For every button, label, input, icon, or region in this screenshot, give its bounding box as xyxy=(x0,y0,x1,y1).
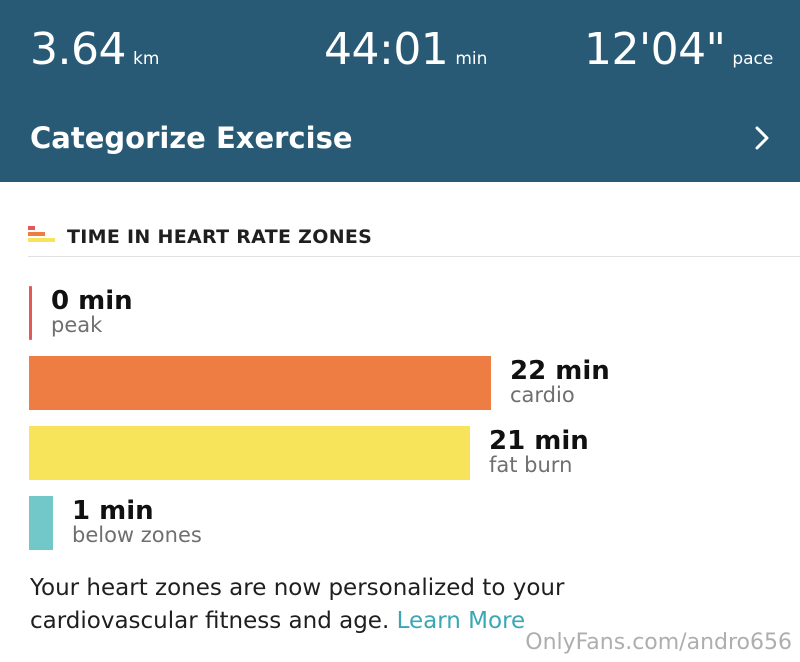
duration-value: 44:01 xyxy=(324,24,449,75)
zone-row-cardio: 22 min cardio xyxy=(29,356,789,410)
zone-bar-cardio xyxy=(29,356,491,410)
duration-stat: 44:01 min xyxy=(324,22,487,87)
pace-unit: pace xyxy=(732,49,774,69)
exercise-summary-page: 3.64 km 44:01 min 12'04" pace Categorize Ex… xyxy=(0,0,800,662)
zone-minutes-peak: 0 min xyxy=(51,286,133,316)
pace-value: 12'04" xyxy=(584,24,726,75)
zone-text-peak: 0 min peak xyxy=(51,286,133,337)
zone-text-cardio: 22 min cardio xyxy=(510,356,610,407)
zone-row-fat-burn: 21 min fat burn xyxy=(29,426,789,480)
zone-minutes-below-zones: 1 min xyxy=(72,496,154,526)
zone-minutes-fat-burn: 21 min xyxy=(489,426,589,456)
zone-label-fat-burn: fat burn xyxy=(489,453,573,477)
watermark: OnlyFans.com/andro656 xyxy=(525,630,792,655)
distance-value: 3.64 xyxy=(30,24,126,75)
exercise-summary-header: 3.64 km 44:01 min 12'04" pace Categorize Ex… xyxy=(0,0,800,182)
zone-row-below-zones: 1 min below zones xyxy=(29,496,789,550)
chevron-right-icon xyxy=(755,126,769,150)
heart-rate-zones-header: TIME IN HEART RATE ZONES xyxy=(28,222,788,252)
distance-stat: 3.64 km xyxy=(30,22,159,87)
categorize-exercise-button[interactable]: Categorize Exercise xyxy=(0,110,800,168)
pace-stat: 12'04" pace xyxy=(584,22,773,87)
distance-unit: km xyxy=(132,49,160,69)
zone-text-below-zones: 1 min below zones xyxy=(72,496,202,547)
heart-rate-zones-title: TIME IN HEART RATE ZONES xyxy=(67,226,373,248)
section-divider xyxy=(28,256,800,257)
zone-bar-below-zones xyxy=(29,496,53,550)
duration-unit: min xyxy=(455,49,488,69)
zone-bar-fat-burn xyxy=(29,426,470,480)
learn-more-link[interactable]: Learn More xyxy=(397,608,526,634)
zone-label-peak: peak xyxy=(51,313,103,337)
heart-rate-zones-icon xyxy=(28,226,55,242)
zone-label-cardio: cardio xyxy=(510,383,575,407)
zone-row-peak: 0 min peak xyxy=(29,286,789,340)
categorize-exercise-label: Categorize Exercise xyxy=(30,121,353,155)
zone-bar-peak xyxy=(29,286,32,340)
zone-minutes-cardio: 22 min xyxy=(510,356,610,386)
zone-label-below-zones: below zones xyxy=(72,523,202,547)
zone-text-fat-burn: 21 min fat burn xyxy=(489,426,589,477)
